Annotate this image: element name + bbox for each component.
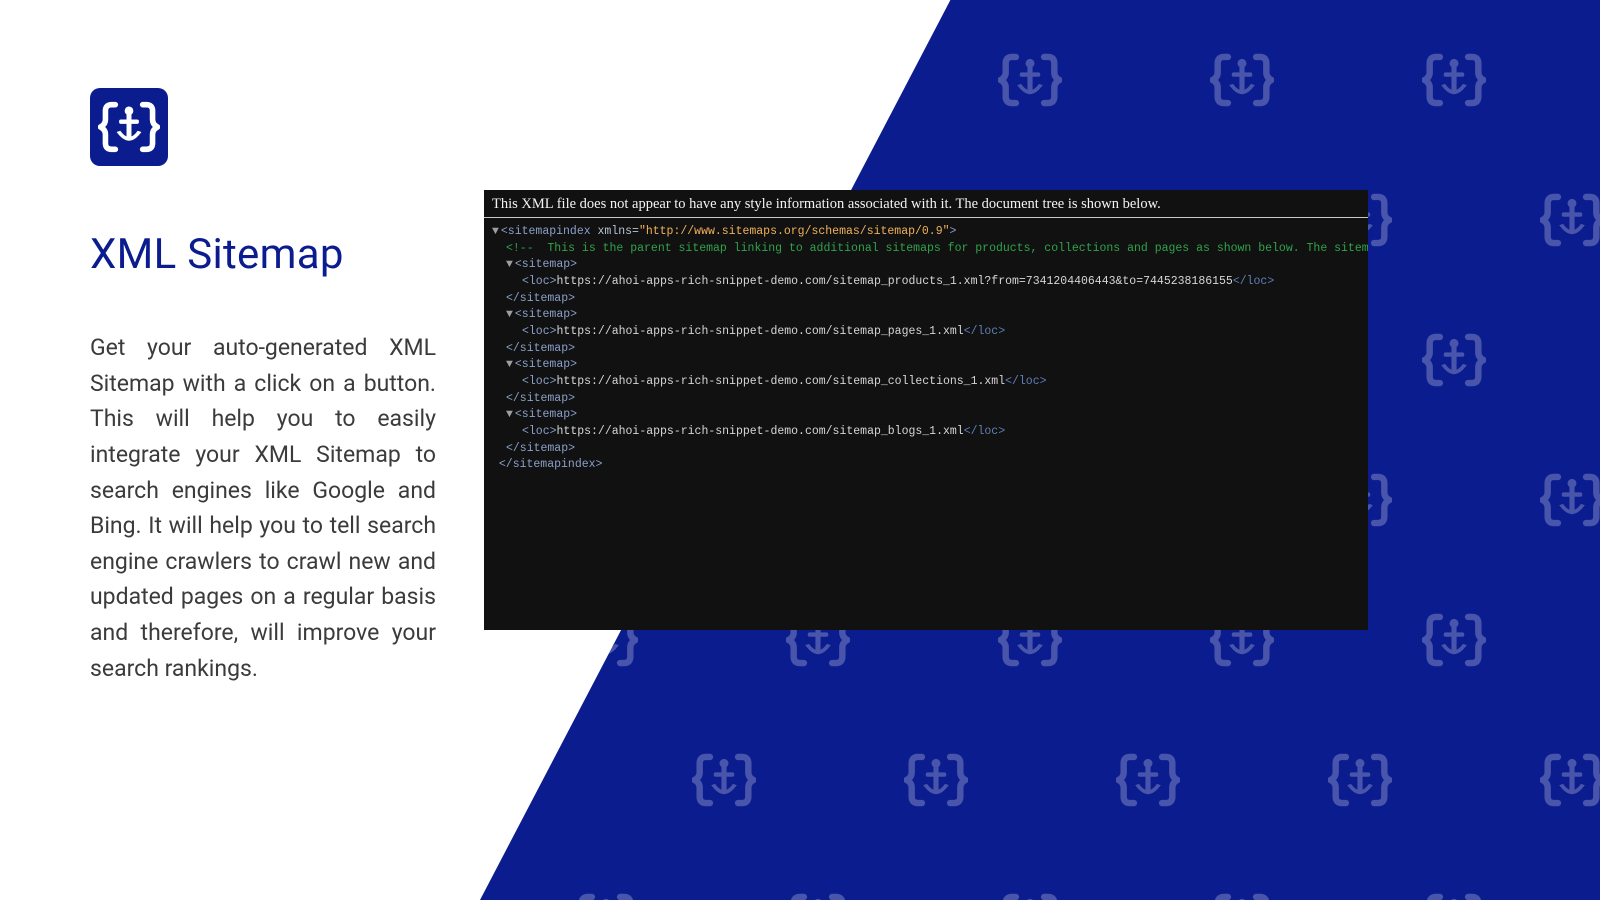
page-title: XML Sitemap [90, 230, 344, 279]
page-root: XML Sitemap Get your auto-generated XML … [0, 0, 1600, 900]
pattern-icon [618, 710, 830, 850]
pattern-icon [712, 10, 924, 150]
pattern-icon [1466, 430, 1600, 570]
pattern-icon [830, 710, 1042, 850]
pattern-icon [1042, 710, 1254, 850]
anchor-braces-icon [98, 96, 160, 158]
pattern-icon [1466, 710, 1600, 850]
pattern-icon [1348, 570, 1560, 710]
pattern-icon [1348, 850, 1560, 900]
brand-logo [90, 88, 168, 166]
pattern-icon [924, 850, 1136, 900]
xml-source-body: ▼<sitemapindex xmlns="http://www.sitemap… [484, 218, 1368, 480]
pattern-icon [712, 850, 924, 900]
xml-viewer-panel: This XML file does not appear to have an… [484, 190, 1368, 630]
pattern-icon [1348, 10, 1560, 150]
pattern-icon [1136, 850, 1348, 900]
pattern-icon [1466, 150, 1600, 290]
xml-banner-text: This XML file does not appear to have an… [484, 190, 1368, 218]
pattern-icon [500, 850, 712, 900]
description-text: Get your auto-generated XML Sitemap with… [90, 330, 436, 686]
pattern-icon [500, 10, 712, 150]
pattern-icon [1254, 710, 1466, 850]
pattern-icon [1348, 290, 1560, 430]
pattern-icon [924, 10, 1136, 150]
pattern-icon [1136, 10, 1348, 150]
